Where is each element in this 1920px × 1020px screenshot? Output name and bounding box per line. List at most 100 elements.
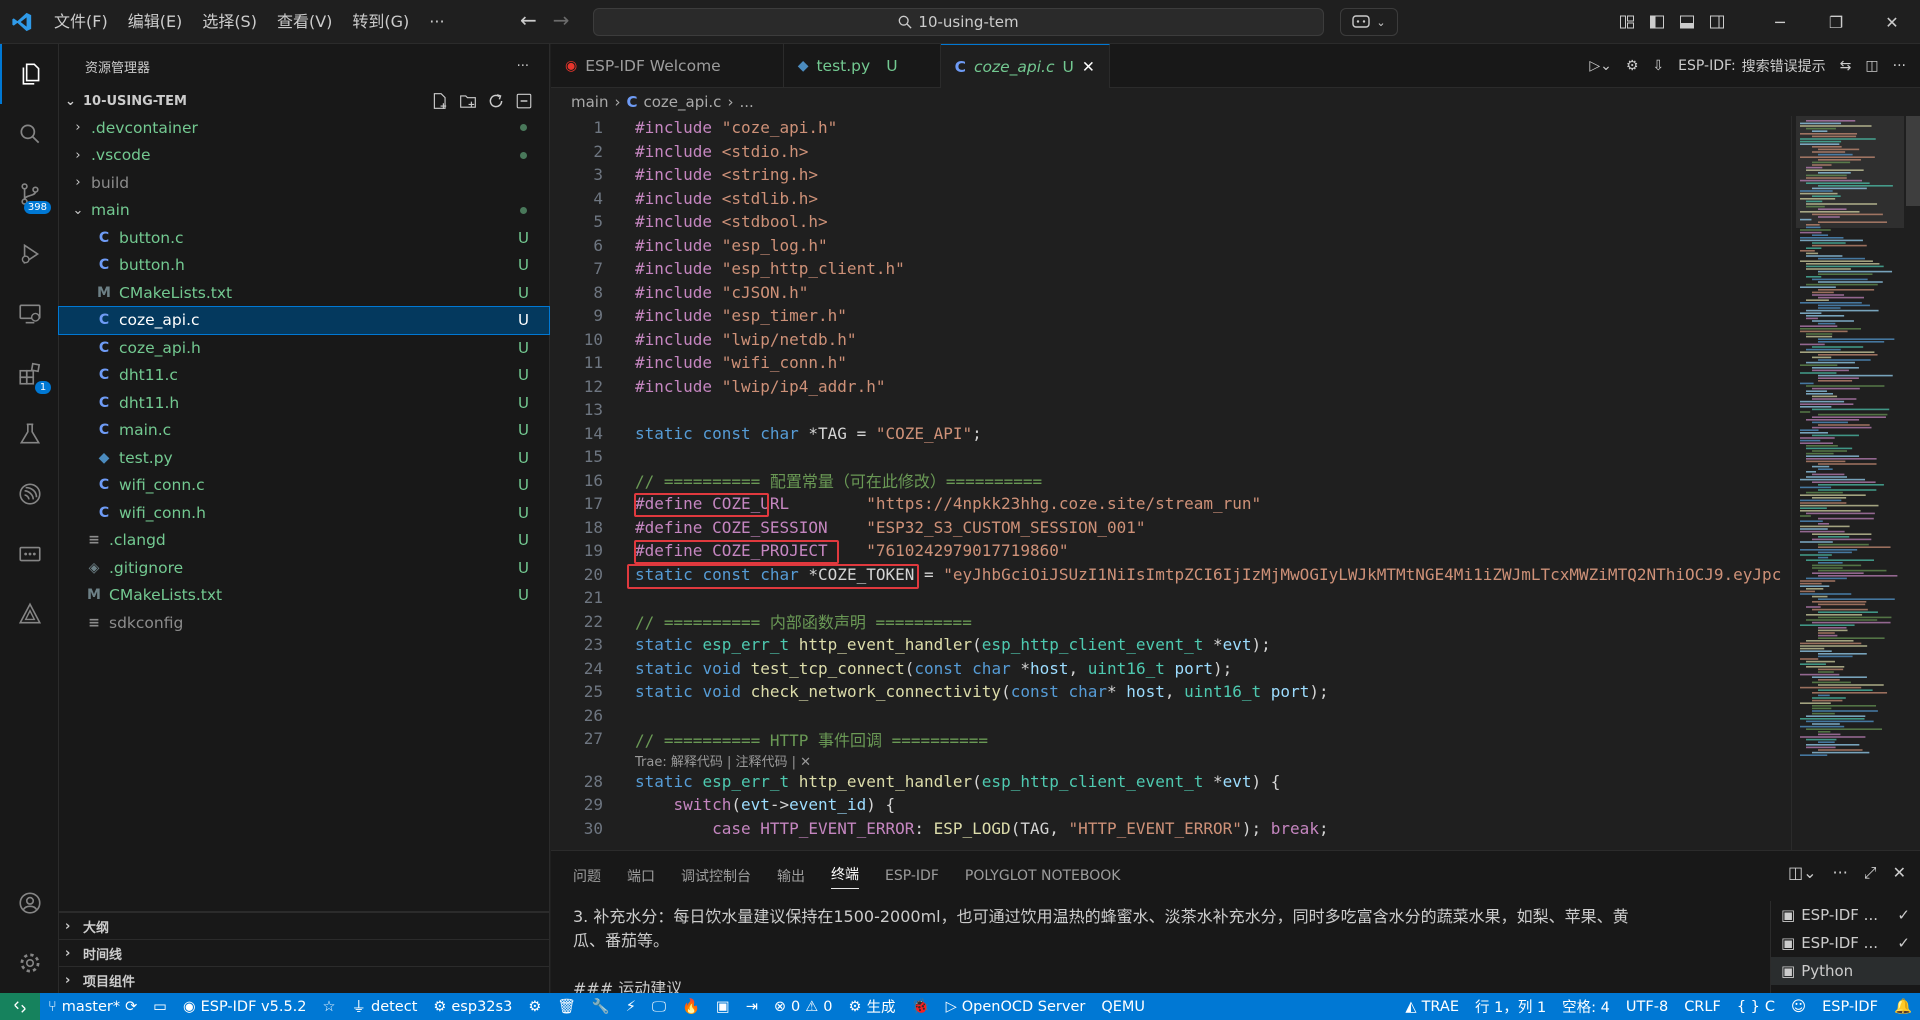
tree-item[interactable]: Cbutton.h U (59, 252, 549, 280)
terminal-instance[interactable]: ▣ Python (1771, 957, 1920, 985)
terminal-instance[interactable]: ▣ ESP-IDF ... ✓ (1771, 901, 1920, 929)
collapse-all-icon[interactable] (515, 92, 533, 110)
workspace-root[interactable]: ⌄ 10-USING-TEM (59, 88, 549, 114)
account-icon[interactable] (0, 873, 59, 933)
compare-icon[interactable]: ⇆ (1840, 58, 1852, 74)
tree-item[interactable]: Cwifi_conn.h U (59, 499, 549, 527)
new-file-icon[interactable] (431, 92, 449, 110)
toggle-secondary-sidebar-icon[interactable] (1702, 0, 1732, 44)
full-clean-trash-icon[interactable]: 🗑 (549, 998, 583, 1015)
menu-go[interactable]: 转到(G) (342, 0, 419, 44)
explorer-more-icon[interactable]: ··· (517, 59, 529, 74)
tree-item[interactable]: ⌄ main (59, 197, 549, 225)
code-editor[interactable]: 1 #include "coze_api.h" 2 #include <stdio.h… (551, 116, 1791, 850)
export-icon[interactable]: ⇥ (738, 999, 766, 1015)
more-actions-icon[interactable]: ··· (1893, 58, 1906, 74)
problems-count[interactable]: ⊗ 0 ⚠ 0 (766, 999, 841, 1015)
close-panel-icon[interactable]: ✕ (1893, 863, 1906, 883)
scrollbar-thumb[interactable] (1906, 116, 1920, 206)
extensions-icon[interactable]: 1 (0, 344, 59, 404)
split-editor-icon[interactable]: ◫ (1865, 58, 1878, 74)
tree-item[interactable]: ◆ test.py U (59, 444, 549, 472)
panel-tab[interactable]: 调试控制台 (681, 866, 751, 886)
target-chip[interactable]: ⚙ esp32s3 (425, 999, 520, 1015)
trae-assistant-icon[interactable] (0, 584, 59, 644)
remote-indicator-icon[interactable] (0, 993, 40, 1020)
panel-tab[interactable]: ESP-IDF (885, 868, 939, 884)
tree-item[interactable]: Cdht11.c U (59, 362, 549, 390)
port-detect[interactable]: ⏚ detect (344, 996, 426, 1017)
panel-tab[interactable]: POLYGLOT NOTEBOOK (965, 868, 1121, 884)
forward-arrow-icon[interactable]: → (553, 8, 570, 32)
copilot-button[interactable]: ⌄ (1340, 8, 1398, 36)
maximize-panel-icon[interactable]: ⤢ (1864, 863, 1877, 883)
build-button[interactable]: ⚙ 生成 (841, 996, 904, 1017)
openocd-server[interactable]: ▷ OpenOCD Server (938, 999, 1094, 1015)
testing-flask-icon[interactable] (0, 404, 59, 464)
tab-test-py[interactable]: ◆ test.py U (784, 44, 941, 88)
source-control-icon[interactable]: 398 (0, 164, 59, 224)
toggle-sidebar-icon[interactable] (1642, 0, 1672, 44)
tree-item[interactable]: Cdht11.h U (59, 389, 549, 417)
terminal-icon[interactable]: ▣ (708, 999, 738, 1015)
serial-monitor-icon[interactable] (0, 524, 59, 584)
menu-view[interactable]: 查看(V) (267, 0, 342, 44)
panel-tab[interactable]: 输出 (777, 866, 805, 886)
breadcrumb-folder[interactable]: main (571, 93, 608, 111)
esp-idf-version[interactable]: ◉ ESP-IDF v5.5.2 (175, 999, 315, 1015)
monitor-icon[interactable]: 🖵 (644, 999, 674, 1015)
terminal-output[interactable]: 3. 补充水分：每日饮水量建议保持在1500-2000ml，也可通过饮用温热的蜂… (573, 905, 1743, 1001)
minimap[interactable] (1791, 116, 1920, 850)
back-arrow-icon[interactable]: ← (520, 8, 537, 32)
trae-status[interactable]: ◭ TRAE (1397, 999, 1467, 1015)
tree-item[interactable]: Cmain.c U (59, 417, 549, 445)
command-center-search[interactable]: 10-using-tem (593, 8, 1324, 36)
tree-item[interactable]: ≡ .clangd U (59, 527, 549, 555)
toggle-panel-icon[interactable] (1672, 0, 1702, 44)
debug-bug-icon[interactable]: 🐞 (904, 998, 938, 1015)
timeline-section[interactable]: › 时间线 (59, 939, 550, 966)
tree-item[interactable]: › build (59, 169, 549, 197)
tab-coze-api-c[interactable]: C coze_api.c U ✕ (940, 44, 1110, 88)
project-components-section[interactable]: › 项目组件 (59, 966, 550, 993)
copilot-status-icon[interactable]: ☺ (1783, 999, 1814, 1015)
cursor-position[interactable]: 行 1，列 1 (1467, 996, 1554, 1017)
gear-icon[interactable]: ⚙ (1626, 58, 1639, 74)
menu-edit[interactable]: 编辑(E) (118, 0, 193, 44)
breadcrumb-file[interactable]: coze_api.c (644, 93, 722, 111)
new-folder-icon[interactable] (459, 92, 477, 110)
outline-section[interactable]: › 大纲 (59, 912, 550, 939)
tree-item[interactable]: Ccoze_api.h U (59, 334, 549, 362)
panel-tab[interactable]: 问题 (573, 866, 601, 886)
refresh-icon[interactable] (487, 92, 505, 110)
tree-item[interactable]: ≡ sdkconfig (59, 609, 549, 637)
panel-tab[interactable]: 端口 (627, 866, 655, 886)
esp-flash-icon[interactable]: ⇩ (1652, 58, 1664, 74)
language-mode[interactable]: { } C (1729, 999, 1783, 1015)
run-debug-dropdown-icon[interactable]: ▷⌄ (1589, 58, 1612, 74)
more-icon[interactable]: ··· (1833, 863, 1848, 883)
close-tab-icon[interactable]: ✕ (1082, 58, 1095, 76)
explorer-icon[interactable] (0, 44, 59, 104)
tree-item[interactable]: M CMakeLists.txt U (59, 582, 549, 610)
tab-esp-idf-welcome[interactable]: ◉ ESP-IDF Welcome (551, 44, 784, 88)
indentation[interactable]: 空格: 4 (1554, 996, 1618, 1017)
build-wrench-icon[interactable]: 🔧 (584, 998, 618, 1015)
tree-item[interactable]: M CMakeLists.txt U (59, 279, 549, 307)
line-endings[interactable]: CRLF (1676, 999, 1729, 1015)
split-terminal-icon[interactable]: ◫⌄ (1788, 863, 1817, 883)
editor-scrollbar[interactable] (1906, 116, 1920, 850)
menu-more[interactable]: ··· (419, 0, 454, 44)
tree-item[interactable]: ◈ .gitignore U (59, 554, 549, 582)
tree-item[interactable]: › .vscode (59, 142, 549, 170)
menu-selection[interactable]: 选择(S) (192, 0, 267, 44)
close-window-icon[interactable]: ✕ (1864, 0, 1920, 44)
panel-tab[interactable]: 终端 (831, 864, 859, 889)
remote-folder-icon[interactable]: ▭ (145, 999, 175, 1015)
run-debug-icon[interactable] (0, 224, 59, 284)
esp-idf-icon[interactable] (0, 464, 59, 524)
search-error-hint-button[interactable]: 搜索错误提示 (1742, 56, 1826, 76)
restore-icon[interactable]: ❐ (1808, 0, 1864, 44)
tree-item[interactable]: › .devcontainer (59, 114, 549, 142)
menu-file[interactable]: 文件(F) (44, 0, 118, 44)
